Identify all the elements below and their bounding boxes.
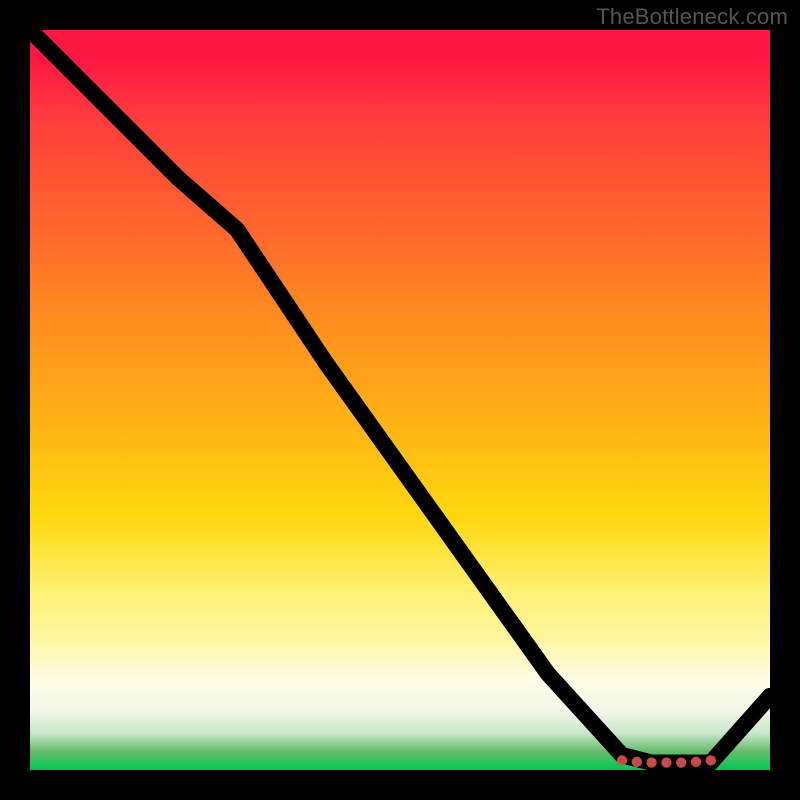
optimal-dot (706, 755, 716, 765)
watermark-text: TheBottleneck.com (596, 4, 788, 30)
optimal-dot (646, 757, 656, 767)
optimal-dot (632, 757, 642, 767)
plot-area (30, 30, 770, 770)
chart-overlay (30, 30, 770, 770)
optimal-dot (676, 757, 686, 767)
optimal-dot (661, 757, 671, 767)
chart-container: TheBottleneck.com (0, 0, 800, 800)
optimal-dot (691, 757, 701, 767)
optimal-dot (617, 755, 627, 765)
bottleneck-curve (30, 30, 770, 763)
